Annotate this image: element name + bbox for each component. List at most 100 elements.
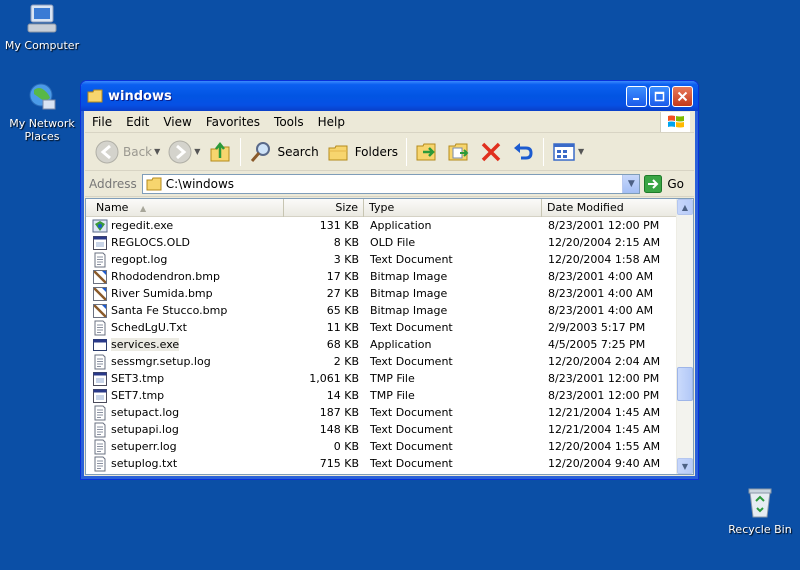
- desktop-icon-label: My Network Places: [9, 117, 75, 143]
- address-bar: Address C:\windows ▼ Go: [85, 171, 694, 197]
- vertical-scrollbar[interactable]: ▲ ▼: [676, 199, 693, 474]
- menu-view[interactable]: View: [156, 115, 198, 129]
- menu-tools[interactable]: Tools: [267, 115, 311, 129]
- scroll-down-button[interactable]: ▼: [677, 458, 693, 474]
- bitmap-icon: [92, 303, 108, 319]
- undo-button[interactable]: [507, 136, 539, 168]
- delete-x-icon: [481, 142, 501, 161]
- file-name-cell: regedit.exe: [86, 218, 284, 234]
- back-button[interactable]: Back ▼: [91, 136, 164, 168]
- file-row[interactable]: setuperr.log 0 KB Text Document 12/20/2004 …: [86, 438, 676, 455]
- minimize-button[interactable]: [626, 85, 647, 107]
- maximize-button[interactable]: [649, 85, 670, 107]
- column-header-name[interactable]: Name ▲: [86, 199, 284, 217]
- forward-arrow-icon: [168, 140, 192, 163]
- close-button[interactable]: [672, 85, 693, 107]
- file-name: River Sumida.bmp: [111, 287, 213, 300]
- desktop-icon-my-computer[interactable]: My Computer: [0, 2, 84, 52]
- copy-to-button[interactable]: [443, 136, 475, 168]
- file-row[interactable]: regedit.exe 131 KB Application 8/23/2001 12…: [86, 217, 676, 234]
- file-row[interactable]: regopt.log 3 KB Text Document 12/20/2004 1:…: [86, 251, 676, 268]
- file-name-cell: sessmgr.setup.log: [86, 354, 284, 370]
- address-input[interactable]: C:\windows ▼: [141, 173, 641, 194]
- file-name-cell: setuperr.log: [86, 439, 284, 455]
- file-name: setuperr.log: [111, 440, 177, 453]
- file-row[interactable]: River Sumida.bmp 27 KB Bitmap Image 8/23/20…: [86, 285, 676, 302]
- file-name-cell: regopt.log: [86, 252, 284, 268]
- back-arrow-icon: [95, 140, 119, 163]
- file-date-modified: 8/23/2001 4:00 AM: [548, 287, 654, 300]
- go-button[interactable]: Go: [644, 174, 690, 193]
- file-row[interactable]: Rhododendron.bmp 17 KB Bitmap Image 8/23/20…: [86, 268, 676, 285]
- column-header-type[interactable]: Type: [364, 199, 542, 217]
- chevron-down-icon[interactable]: ▼: [578, 147, 584, 156]
- file-date-modified: 2/9/2003 5:17 PM: [548, 321, 646, 334]
- views-button[interactable]: ▼: [548, 136, 588, 168]
- bitmap-icon: [92, 269, 108, 285]
- file-row[interactable]: Santa Fe Stucco.bmp 65 KB Bitmap Image 8/23…: [86, 302, 676, 319]
- toolbar-separator: [406, 137, 408, 166]
- file-name-cell: setupapi.log: [86, 422, 284, 438]
- scroll-thumb[interactable]: [677, 367, 693, 401]
- menu-file[interactable]: File: [85, 115, 119, 129]
- file-name-cell: SET3.tmp: [86, 371, 284, 387]
- file-row[interactable]: SET3.tmp 1,061 KB TMP File 8/23/2001 12:00 …: [86, 370, 676, 387]
- file-size: 27 KB: [326, 287, 359, 300]
- title-bar[interactable]: windows: [81, 81, 698, 111]
- file-row[interactable]: sessmgr.setup.log 2 KB Text Document 12/20/…: [86, 353, 676, 370]
- delete-button[interactable]: [475, 136, 507, 168]
- chevron-down-icon: ▼: [681, 461, 689, 471]
- file-size: 0 KB: [333, 440, 359, 453]
- menu-edit[interactable]: Edit: [119, 115, 156, 129]
- column-header-date-modified[interactable]: Date Modified: [542, 199, 670, 217]
- up-folder-button[interactable]: [204, 136, 236, 168]
- forward-button[interactable]: ▼: [164, 136, 204, 168]
- file-date-modified: 12/21/2004 1:45 AM: [548, 423, 661, 436]
- file-type: OLD File: [370, 236, 416, 249]
- close-icon: [677, 91, 688, 101]
- file-row[interactable]: setuplog.txt 715 KB Text Document 12/20/200…: [86, 455, 676, 472]
- menu-help[interactable]: Help: [311, 115, 352, 129]
- desktop-icon-recycle-bin[interactable]: Recycle Bin: [718, 486, 800, 536]
- column-header: Name ▲ Size Type Date Modified: [86, 199, 693, 217]
- text-file-icon: [92, 456, 108, 472]
- menu-favorites[interactable]: Favorites: [199, 115, 267, 129]
- search-button[interactable]: Search: [245, 136, 322, 168]
- file-size: 3 KB: [333, 253, 359, 266]
- file-row[interactable]: SET7.tmp 14 KB TMP File 8/23/2001 12:00 PM: [86, 387, 676, 404]
- up-folder-icon: [210, 141, 230, 161]
- column-header-size[interactable]: Size: [284, 199, 364, 217]
- file-name: SET3.tmp: [111, 372, 165, 385]
- file-row[interactable]: setupapi.log 148 KB Text Document 12/21/200…: [86, 421, 676, 438]
- file-icon: [92, 371, 108, 387]
- file-row[interactable]: REGLOCS.OLD 8 KB OLD File 12/20/2004 2:15 A…: [86, 234, 676, 251]
- text-file-icon: [92, 320, 108, 336]
- file-name-cell: services.exe: [86, 337, 284, 353]
- folder-icon: [87, 89, 103, 103]
- file-row[interactable]: setupact.log 187 KB Text Document 12/21/200…: [86, 404, 676, 421]
- file-date-modified: 8/23/2001 12:00 PM: [548, 372, 660, 385]
- file-row[interactable]: SchedLgU.Txt 11 KB Text Document 2/9/2003 5…: [86, 319, 676, 336]
- file-size: 11 KB: [326, 321, 359, 334]
- file-type: Application: [370, 219, 432, 232]
- address-dropdown-button[interactable]: ▼: [622, 174, 640, 193]
- file-type: Text Document: [370, 406, 453, 419]
- chevron-down-icon[interactable]: ▼: [154, 147, 160, 156]
- chevron-down-icon[interactable]: ▼: [194, 147, 200, 156]
- file-row[interactable]: services.exe 68 KB Application 4/5/2005 7:2…: [86, 336, 676, 353]
- file-size: 65 KB: [326, 304, 359, 317]
- file-size: 14 KB: [326, 389, 359, 402]
- window-app-icon: [92, 337, 108, 353]
- file-size: 131 KB: [319, 219, 359, 232]
- windows-logo: [660, 112, 690, 132]
- folders-button[interactable]: Folders: [323, 136, 402, 168]
- file-date-modified: 4/5/2005 7:25 PM: [548, 338, 646, 351]
- file-name: setuplog.txt: [111, 457, 178, 470]
- scroll-up-button[interactable]: ▲: [677, 199, 693, 215]
- file-size: 2 KB: [333, 355, 359, 368]
- file-date-modified: 8/23/2001 12:00 PM: [548, 389, 660, 402]
- file-name: SET7.tmp: [111, 389, 165, 402]
- move-to-button[interactable]: [411, 136, 443, 168]
- desktop-icon-my-network-places[interactable]: My Network Places: [0, 80, 84, 143]
- file-name-cell: setuplog.txt: [86, 456, 284, 472]
